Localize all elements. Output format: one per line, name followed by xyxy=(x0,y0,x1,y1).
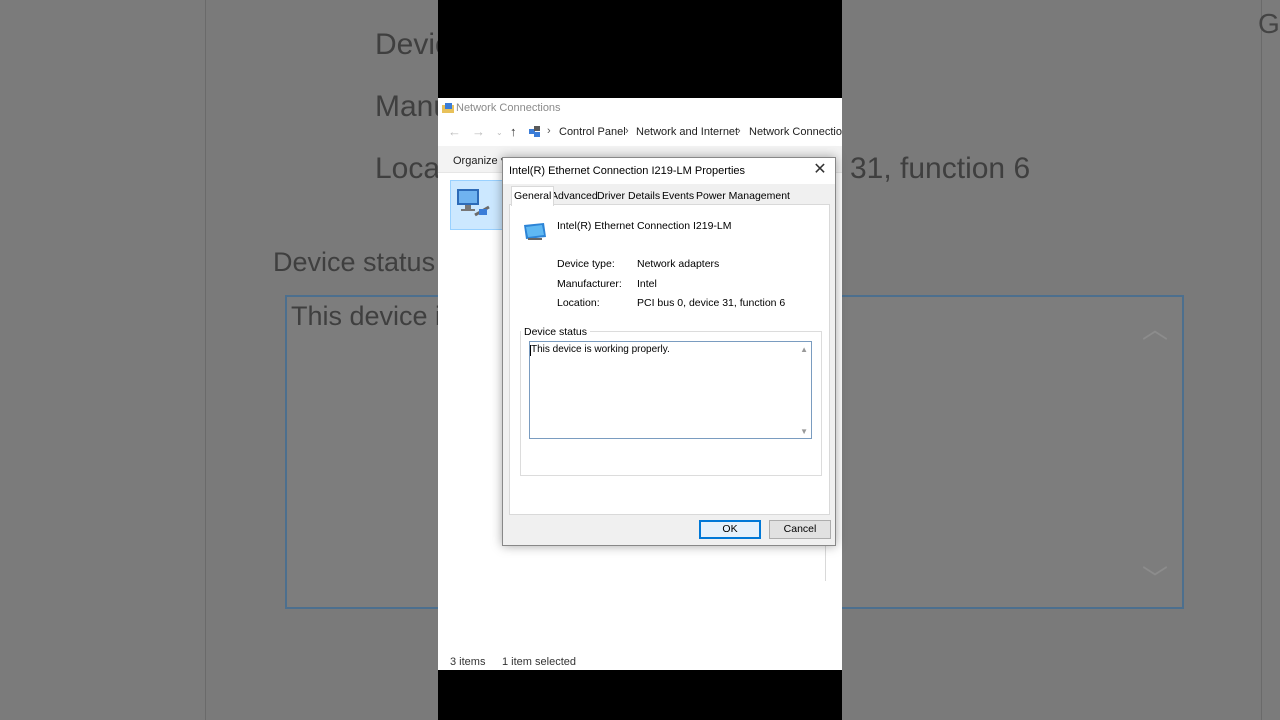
background-text-status: This device i xyxy=(291,301,442,331)
manufacturer-label: Manufacturer: xyxy=(557,278,622,290)
item-count: 3 items xyxy=(450,656,486,668)
explorer-statusbar: 3 items 1 item selected xyxy=(438,654,842,670)
address-bar: ← → ⌄ ↑ › Control Panel › Network and In… xyxy=(438,120,842,144)
scroll-up-icon[interactable]: ▲ xyxy=(800,345,808,354)
breadcrumb-separator-icon: › xyxy=(547,125,551,137)
device-status-textbox[interactable]: This device is working properly. ▲ ▼ xyxy=(529,341,812,439)
breadcrumb-network-connections[interactable]: Network Connections xyxy=(749,126,842,138)
background-chevron-up-icon: ︿ xyxy=(1142,314,1169,344)
scroll-down-icon[interactable]: ▼ xyxy=(800,427,808,436)
background-text-location: Loca xyxy=(375,152,441,185)
organize-button[interactable]: Organize ▾ xyxy=(453,154,506,167)
selection-count: 1 item selected xyxy=(502,656,576,668)
close-icon[interactable]: ✕ xyxy=(811,161,829,179)
device-type-value: Network adapters xyxy=(637,258,720,270)
location-value: PCI bus 0, device 31, function 6 xyxy=(637,297,786,309)
explorer-title: Network Connections xyxy=(456,102,561,114)
dialog-title: Intel(R) Ethernet Connection I219-LM Pro… xyxy=(509,165,746,177)
control-panel-icon xyxy=(529,126,540,137)
device-status-label: Device status xyxy=(521,326,591,338)
breadcrumb-control-panel[interactable]: Control Panel xyxy=(559,126,626,138)
background-text-device-status: Device status xyxy=(273,247,436,277)
device-type-label: Device type: xyxy=(557,258,615,270)
ok-button[interactable]: OK xyxy=(699,520,761,539)
tab-advanced[interactable]: Advanced xyxy=(549,188,600,204)
tab-driver[interactable]: Driver xyxy=(595,188,627,204)
tab-power-management[interactable]: Power Management xyxy=(694,188,792,204)
forward-arrow-icon[interactable]: → xyxy=(472,124,485,139)
tab-events[interactable]: Events xyxy=(660,188,696,204)
video-bar-top xyxy=(438,0,842,98)
dialog-titlebar: Intel(R) Ethernet Connection I219-LM Pro… xyxy=(503,158,835,184)
network-card-icon xyxy=(524,223,546,240)
breadcrumb-network-and-internet[interactable]: Network and Internet xyxy=(636,126,738,138)
background-chevron-down-icon: ﹀ xyxy=(1142,564,1169,594)
up-arrow-icon[interactable]: ↑ xyxy=(510,124,517,139)
explorer-titlebar: Network Connections xyxy=(438,98,842,120)
breadcrumb-separator-icon: › xyxy=(737,125,741,137)
background-glyph: G xyxy=(1258,8,1280,39)
properties-dialog: Intel(R) Ethernet Connection I219-LM Pro… xyxy=(502,157,836,546)
back-arrow-icon[interactable]: ← xyxy=(448,124,461,139)
breadcrumb-separator-icon: › xyxy=(625,125,629,137)
device-status-text: This device is working properly. xyxy=(531,344,670,355)
general-tab-panel: Intel(R) Ethernet Connection I219-LM Dev… xyxy=(509,204,830,515)
network-adapter-icon xyxy=(457,189,490,217)
video-bar-bottom xyxy=(438,670,842,720)
location-label: Location: xyxy=(557,297,600,309)
network-folder-icon xyxy=(442,103,454,113)
recent-dropdown-icon[interactable]: ⌄ xyxy=(496,128,503,137)
tab-details[interactable]: Details xyxy=(626,188,662,204)
device-name: Intel(R) Ethernet Connection I219-LM xyxy=(557,220,732,232)
manufacturer-value: Intel xyxy=(637,278,657,290)
cancel-button[interactable]: Cancel xyxy=(769,520,831,539)
background-text-function: 31, function 6 xyxy=(850,152,1031,185)
tab-general[interactable]: General xyxy=(511,186,555,206)
